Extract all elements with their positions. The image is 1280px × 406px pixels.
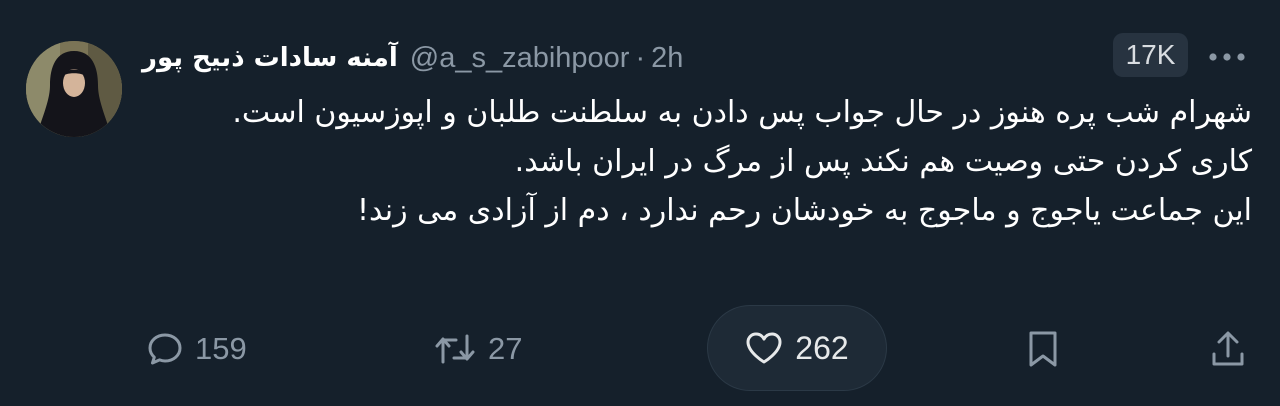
tweet-text: شهرام شب پره هنوز در حال جواب پس دادن به… xyxy=(140,88,1252,235)
user-handle[interactable]: @a_s_zabihpoor xyxy=(410,42,630,75)
more-horizontal-icon xyxy=(1209,53,1245,61)
display-name[interactable]: آمنه سادات ذبیح پور xyxy=(142,43,398,73)
bookmark-button[interactable] xyxy=(1026,306,1060,392)
reply-icon xyxy=(148,333,182,365)
views-badge[interactable]: 17K xyxy=(1113,33,1188,77)
share-icon xyxy=(1212,331,1244,366)
profile-photo-icon xyxy=(26,41,122,137)
reply-button[interactable]: 159 xyxy=(147,306,247,392)
timestamp[interactable]: 2h xyxy=(651,42,683,75)
tweet-text-line: این جماعت یاجوج و ماجوج به خودشان رحم ند… xyxy=(357,193,1252,228)
share-button[interactable] xyxy=(1210,306,1246,392)
tweet-header: آمنه سادات ذبیح پور @a_s_zabihpoor · 2h xyxy=(142,36,683,80)
tweet-text-line: شهرام شب پره هنوز در حال جواب پس دادن به… xyxy=(232,95,1252,130)
like-count: 262 xyxy=(795,329,849,366)
tweet-text-line: کاری کردن حتی وصیت هم نکند پس از مرگ در … xyxy=(514,144,1252,179)
heart-icon xyxy=(746,332,782,364)
retweet-count: 27 xyxy=(488,331,523,366)
tweet-card: آمنه سادات ذبیح پور @a_s_zabihpoor · 2h … xyxy=(0,0,1280,406)
like-button[interactable]: 262 xyxy=(708,306,886,390)
retweet-button[interactable]: 27 xyxy=(434,306,522,392)
separator-dot: · xyxy=(635,41,646,74)
retweet-icon xyxy=(435,334,475,364)
bookmark-icon xyxy=(1029,331,1057,367)
reply-count: 159 xyxy=(195,331,247,366)
avatar[interactable] xyxy=(26,41,122,137)
action-bar: 159 27 262 xyxy=(0,306,1280,392)
more-options-button[interactable] xyxy=(1205,40,1249,74)
